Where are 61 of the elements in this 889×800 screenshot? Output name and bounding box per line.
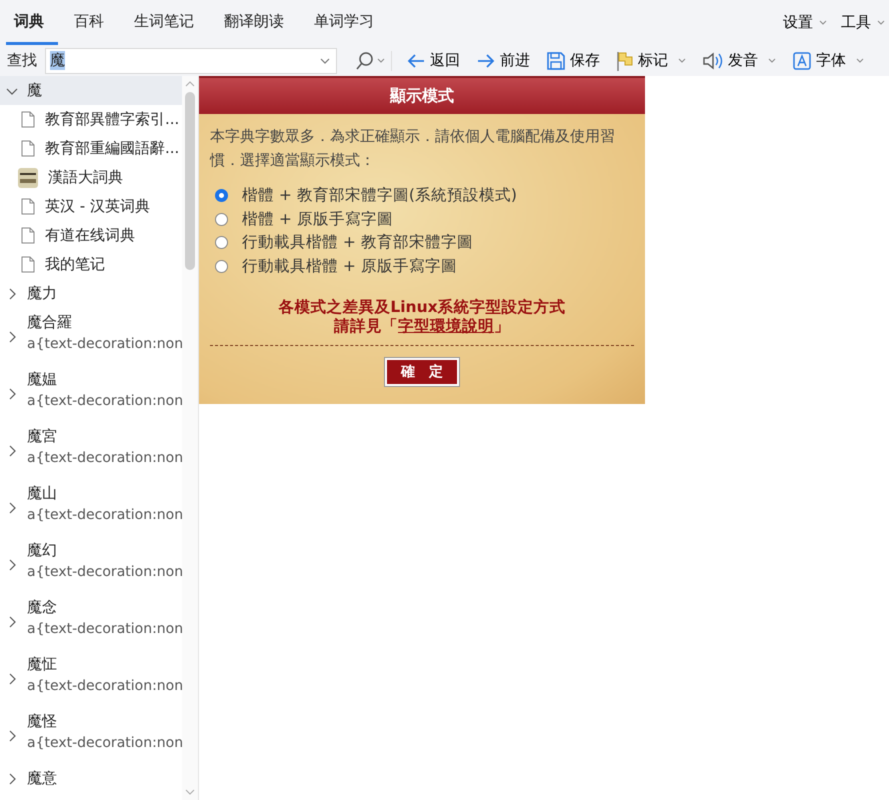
back-arrow-icon [406, 52, 426, 70]
menu-button[interactable]: 工具 [837, 0, 889, 45]
toolbar-button[interactable]: 发音 [694, 50, 784, 70]
tree-item[interactable]: 魔怔 a{text-decoration:non [0, 650, 182, 707]
tree-item[interactable]: 魔怪 a{text-decoration:non [0, 707, 182, 764]
tab[interactable]: 生词笔记 [126, 0, 208, 45]
tree-item[interactable]: 漢語大詞典 [0, 163, 182, 192]
speaker-icon [702, 50, 724, 70]
toolbar-button[interactable]: 标记 [608, 50, 694, 70]
radio-option[interactable]: 行動載具楷體 + 原版手寫字圖 [210, 254, 634, 278]
tree-item[interactable]: 魔幻 a{text-decoration:non [0, 536, 182, 593]
book-icon [18, 168, 38, 188]
font-guide-link[interactable]: 字型環境說明 [398, 317, 494, 335]
tab[interactable]: 翻译朗读 [216, 0, 298, 45]
dropdown-icon[interactable] [320, 58, 330, 64]
radio-option[interactable]: 楷體 + 教育部宋體字圖(系統預設模式) [210, 184, 634, 208]
tree-item[interactable]: 魔力 [0, 279, 182, 308]
scrollbar-thumb[interactable] [185, 92, 195, 270]
caret-icon [819, 20, 827, 25]
dialog-title: 顯示模式 [199, 76, 645, 114]
document-icon [21, 256, 35, 273]
intro-text: 本字典字數眾多．為求正確顯示．請依個人電腦配備及使用習慣．選擇適當顯示模式： [210, 126, 616, 171]
document-icon [21, 111, 35, 128]
scrollbar[interactable] [182, 76, 198, 800]
tree-item[interactable]: 魔合羅 a{text-decoration:non [0, 308, 182, 365]
tree-item[interactable]: 有道在线词典 [0, 221, 182, 250]
toolbar-button[interactable]: 前进 [468, 51, 538, 70]
flag-icon [616, 50, 634, 70]
document-icon [21, 227, 35, 244]
toolbar-button[interactable]: 返回 [398, 51, 468, 70]
scroll-down-icon[interactable] [185, 788, 195, 796]
tree-item-selected[interactable]: 魔 [0, 76, 182, 105]
tree-item[interactable]: 英汉 - 汉英词典 [0, 192, 182, 221]
forward-arrow-icon [476, 52, 496, 70]
toolbar-button[interactable]: 保存 [538, 50, 608, 70]
document-icon [21, 198, 35, 215]
confirm-button[interactable]: 確 定 [385, 358, 459, 386]
tree-item[interactable]: 教育部重編國語辭... [0, 134, 182, 163]
tree-item[interactable]: 魔宮 a{text-decoration:non [0, 422, 182, 479]
radio-option[interactable]: 行動載具楷體 + 教育部宋體字圖 [210, 231, 634, 254]
note-text: 請詳見「字型環境說明」 [332, 317, 511, 336]
note-text: 各模式之差異及Linux系統字型設定方式 [277, 298, 567, 317]
search-label: 查找 [7, 51, 37, 70]
tab[interactable]: 单词学习 [306, 0, 388, 45]
menu-button[interactable]: 设置 [779, 0, 831, 45]
document-icon [21, 140, 35, 157]
tree-item[interactable]: 魔意 [0, 764, 182, 793]
tree-item[interactable]: 我的笔记 [0, 250, 182, 279]
tree-item[interactable]: 魔念 a{text-decoration:non [0, 593, 182, 650]
radio-option[interactable]: 楷體 + 原版手寫字圖 [210, 208, 634, 231]
save-icon [546, 50, 566, 70]
tab[interactable]: 百科 [66, 0, 118, 45]
tree-item[interactable]: 魔媪 a{text-decoration:non [0, 365, 182, 422]
tree-item[interactable]: 教育部異體字索引... [0, 105, 182, 134]
toolbar-button[interactable]: 字体 [784, 50, 872, 70]
font-icon [792, 50, 812, 70]
tree-item[interactable]: 魔山 a{text-decoration:non [0, 479, 182, 536]
scroll-up-icon[interactable] [185, 80, 195, 88]
search-field[interactable]: 魔 [45, 48, 337, 74]
search-icon[interactable] [355, 50, 385, 70]
caret-icon [877, 20, 885, 25]
